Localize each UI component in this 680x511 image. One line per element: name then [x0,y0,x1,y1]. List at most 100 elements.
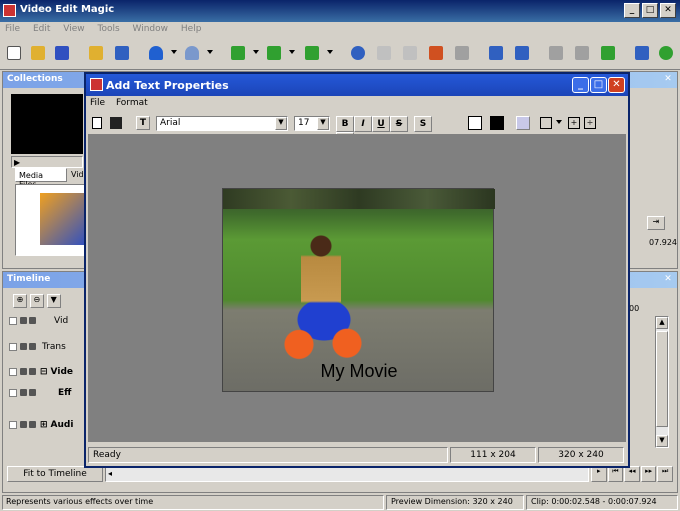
dialog-menu-file[interactable]: File [90,98,105,108]
track-checkbox[interactable] [9,420,17,429]
track-checkbox[interactable] [9,388,17,397]
redo-dropdown-icon[interactable] [207,50,213,55]
marker-button[interactable] [512,43,532,63]
align-dropdown-icon[interactable] [556,120,562,124]
filter-icon[interactable]: ▼ [46,294,61,308]
video-frame[interactable]: My Movie [222,188,495,392]
render-button[interactable] [598,43,618,63]
delete-button[interactable] [426,43,446,63]
preview-seekbar[interactable]: ▶ [11,156,83,168]
filmstrip-button[interactable] [112,43,132,63]
cut-button[interactable] [348,43,368,63]
media-thumbnail[interactable] [40,193,86,245]
add-clip-dropdown-icon[interactable] [253,50,259,55]
properties-button[interactable] [546,43,566,63]
save-icon[interactable] [110,117,122,129]
track-row[interactable]: Trans [9,342,89,358]
folder-button[interactable] [86,43,106,63]
text-color-swatch[interactable] [490,116,504,130]
close-button[interactable]: ✕ [660,3,676,18]
text-style-icon[interactable]: T [136,116,150,130]
track-row[interactable]: ⊟ Vide [9,367,89,383]
track-icon [29,343,36,350]
export-button[interactable] [632,43,652,63]
menu-view[interactable]: View [58,22,89,34]
close-icon[interactable]: ✕ [662,274,674,285]
minimize-button[interactable]: _ [624,3,640,18]
font-size-select[interactable]: 17 ▼ [294,116,330,131]
help-button[interactable] [656,43,676,63]
chevron-down-icon[interactable]: ▼ [275,117,287,130]
preview-button[interactable] [572,43,592,63]
play-icon[interactable]: ▶ [14,158,20,167]
track-checkbox[interactable] [9,342,17,351]
folder-icon [89,46,103,60]
skip-end-icon[interactable]: ⏭ [657,466,673,482]
menu-edit[interactable]: Edit [28,22,55,34]
zoom-in-icon[interactable]: ⊕ [13,294,27,308]
move-up-icon[interactable]: + [568,117,580,129]
paste-button[interactable] [400,43,420,63]
add-clip-button[interactable] [228,43,248,63]
align-icon[interactable] [540,117,552,129]
track-checkbox[interactable] [9,316,17,325]
tab-video[interactable]: Vid [71,170,85,182]
scroll-right-icon[interactable]: ▸ [591,466,607,482]
strikeout-button[interactable]: S [390,116,408,132]
add-effect-dropdown-icon[interactable] [289,50,295,55]
maximize-button[interactable]: □ [642,3,658,18]
menu-window[interactable]: Window [128,22,174,34]
fill-color-swatch[interactable] [468,116,482,130]
redo-button[interactable] [182,43,202,63]
scroll-left-icon[interactable]: ◂ [108,469,112,478]
next-frame-button[interactable]: ⇥ [647,216,665,230]
menu-tools[interactable]: Tools [92,22,124,34]
open-button[interactable] [28,43,48,63]
movie-text-overlay[interactable]: My Movie [223,361,495,382]
menu-help[interactable]: Help [176,22,207,34]
chevron-down-icon[interactable]: ▼ [317,117,329,130]
undo-dropdown-icon[interactable] [171,50,177,55]
dialog-minimize-button[interactable]: _ [572,77,589,93]
dialog-close-button[interactable]: ✕ [608,77,625,93]
background-icon[interactable] [516,116,530,130]
undo-button[interactable] [146,43,166,63]
scroll-down-icon[interactable]: ▼ [656,435,668,447]
italic-button[interactable]: I [354,116,372,132]
track-row[interactable]: ⊞ Audi [9,420,89,436]
align-button[interactable] [486,43,506,63]
forward-icon[interactable]: ▸▸ [640,466,657,482]
font-name-select[interactable]: Arial ▼ [156,116,288,131]
save-button[interactable] [52,43,72,63]
playback-controls: ▸ ⏮ ◂◂ ▸▸ ⏭ [591,466,673,482]
track-row[interactable]: Vid [9,316,89,332]
new-button[interactable] [4,43,24,63]
dialog-maximize-button[interactable]: □ [590,77,607,93]
fit-to-timeline-button[interactable]: Fit to Timeline [7,466,103,482]
underline-button[interactable]: U [372,116,390,132]
expand-icon[interactable]: ⊞ [40,420,48,430]
scroll-thumb[interactable] [656,331,668,427]
rewind-icon[interactable]: ◂◂ [624,466,640,482]
add-text-dropdown-icon[interactable] [327,50,333,55]
close-icon[interactable]: ✕ [662,74,674,85]
skip-start-icon[interactable]: ⏮ [607,466,624,482]
timeline-hscrollbar[interactable]: ◂ [105,466,589,482]
zoom-out-icon[interactable]: ⊖ [29,294,44,308]
tab-media-files[interactable]: Media Files [15,168,67,189]
bold-button[interactable]: B [336,116,354,132]
new-icon[interactable] [92,117,102,129]
move-down-icon[interactable]: ÷ [584,117,596,129]
track-row[interactable]: Eff [9,388,89,404]
dialog-menu-format[interactable]: Format [116,98,148,108]
track-checkbox[interactable] [9,367,17,376]
timeline-vscrollbar[interactable]: ▲ ▼ [655,316,669,448]
add-effect-button[interactable] [264,43,284,63]
copy-button[interactable] [374,43,394,63]
expand-icon[interactable]: ⊟ [40,367,48,377]
add-text-button[interactable] [302,43,322,63]
menu-file[interactable]: File [0,22,25,34]
split-button[interactable] [452,43,472,63]
shadow-button[interactable]: S [414,116,432,132]
scroll-up-icon[interactable]: ▲ [656,317,668,329]
